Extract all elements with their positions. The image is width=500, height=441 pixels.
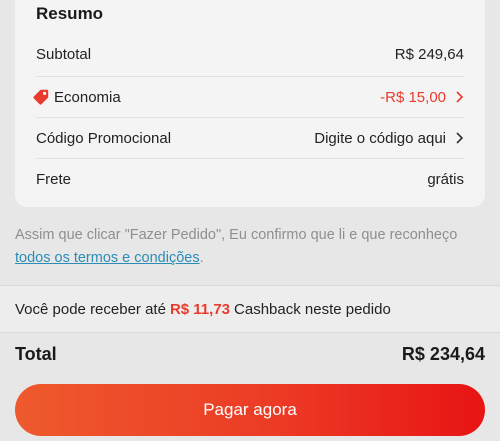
summary-title: Resumo bbox=[36, 4, 104, 23]
subtotal-row: Subtotal R$ 249,64 bbox=[36, 34, 464, 75]
promo-code-row[interactable]: Código Promocional Digite o código aqui bbox=[36, 117, 464, 158]
total-value: R$ 234,64 bbox=[401, 344, 485, 364]
frete-value: grátis bbox=[427, 170, 464, 188]
economia-value: -R$ 15,00 bbox=[380, 88, 446, 106]
economia-row[interactable]: Economia -R$ 15,00 bbox=[33, 76, 464, 117]
cashback-banner: Você pode receber até R$ 11,73 Cashback … bbox=[0, 285, 500, 333]
promo-code-value: Digite o código aqui bbox=[314, 129, 446, 147]
terms-link[interactable]: todos os termos e condições bbox=[15, 250, 200, 266]
chevron-right-icon bbox=[456, 132, 464, 144]
tag-icon bbox=[33, 89, 49, 105]
total-label: Total bbox=[15, 344, 57, 364]
promo-code-label: Código Promocional bbox=[36, 129, 172, 147]
summary-card: Resumo Subtotal R$ 249,64 Economia -R$ 1… bbox=[15, 0, 485, 207]
terms-disclaimer: Assim que clicar "Fazer Pedido", Eu conf… bbox=[15, 224, 485, 270]
cashback-suffix: Cashback neste pedido bbox=[234, 300, 391, 318]
economia-label: Economia bbox=[54, 88, 121, 106]
frete-label: Frete bbox=[36, 170, 72, 188]
cashback-prefix: Você pode receber até bbox=[15, 300, 166, 318]
subtotal-label: Subtotal bbox=[36, 46, 92, 63]
disclaimer-suffix: . bbox=[199, 250, 204, 266]
cashback-amount: R$ 11,73 bbox=[169, 300, 231, 318]
frete-row: Frete grátis bbox=[36, 158, 464, 199]
subtotal-value: R$ 249,64 bbox=[394, 46, 464, 63]
disclaimer-text: Assim que clicar "Fazer Pedido", Eu conf… bbox=[15, 227, 458, 243]
pay-now-button[interactable]: Pagar agora bbox=[15, 384, 485, 436]
chevron-right-icon bbox=[456, 91, 464, 103]
total-row: Total R$ 234,64 bbox=[15, 344, 485, 365]
